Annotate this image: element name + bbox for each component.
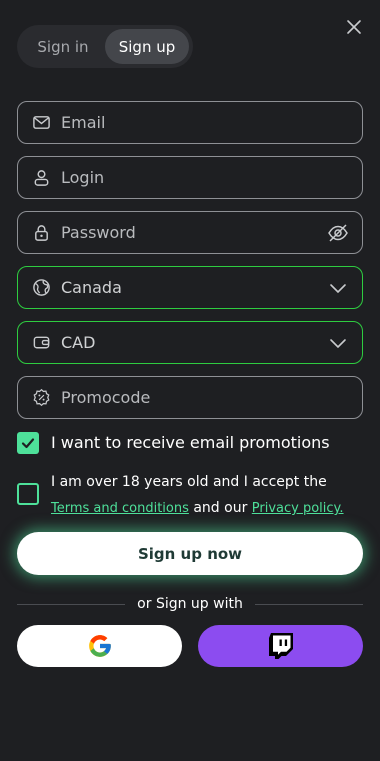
social-divider: or Sign up with — [17, 595, 364, 613]
tab-sign-in[interactable]: Sign in — [21, 29, 105, 64]
wallet-icon — [33, 336, 50, 349]
login-field[interactable]: Login — [17, 156, 363, 199]
promotions-checkbox[interactable] — [17, 432, 39, 454]
terms-text: I am over 18 years old and I accept the … — [51, 469, 363, 522]
close-icon[interactable] — [346, 19, 362, 35]
login-placeholder: Login — [61, 168, 105, 187]
promotions-consent: I want to receive email promotions — [17, 432, 330, 454]
terms-link[interactable]: Terms and conditions — [51, 501, 189, 516]
auth-tab-switch: Sign in Sign up — [17, 25, 193, 68]
gear-badge-icon — [33, 388, 50, 407]
globe-icon — [33, 279, 50, 296]
google-signup-button[interactable] — [17, 625, 182, 667]
email-field[interactable]: Email — [17, 101, 363, 144]
divider-line — [254, 603, 364, 605]
sign-up-button[interactable]: Sign up now — [17, 532, 363, 575]
password-field[interactable]: Password — [17, 211, 363, 254]
divider-line — [17, 603, 126, 605]
terms-checkbox[interactable] — [17, 483, 39, 505]
chevron-down-icon — [330, 283, 346, 293]
terms-text-before: I am over 18 years old and I accept the — [51, 474, 327, 490]
country-select[interactable]: Canada — [17, 266, 363, 309]
promocode-placeholder: Promocode — [61, 388, 151, 407]
tab-sign-up[interactable]: Sign up — [105, 29, 189, 64]
twitch-signup-button[interactable] — [198, 625, 363, 667]
twitch-icon — [268, 633, 293, 659]
google-icon — [88, 635, 111, 657]
checkmark-icon — [21, 438, 35, 449]
currency-select[interactable]: CAD — [17, 321, 363, 364]
signup-modal: Sign in Sign up Email Login Password Can… — [0, 0, 380, 761]
terms-text-middle: and our — [188, 500, 252, 516]
lock-icon — [35, 225, 48, 241]
eye-off-icon[interactable] — [327, 222, 349, 244]
terms-consent: I am over 18 years old and I accept the … — [17, 469, 363, 522]
social-divider-label: or Sign up with — [137, 596, 243, 612]
chevron-down-icon — [330, 338, 346, 348]
mail-icon — [33, 116, 50, 129]
country-value: Canada — [61, 278, 122, 297]
promotions-label: I want to receive email promotions — [51, 433, 330, 452]
currency-value: CAD — [61, 333, 96, 352]
email-placeholder: Email — [61, 113, 106, 132]
privacy-link[interactable]: Privacy policy. — [252, 501, 344, 516]
promocode-field[interactable]: Promocode — [17, 376, 363, 419]
password-placeholder: Password — [61, 223, 136, 242]
user-icon — [34, 170, 49, 186]
